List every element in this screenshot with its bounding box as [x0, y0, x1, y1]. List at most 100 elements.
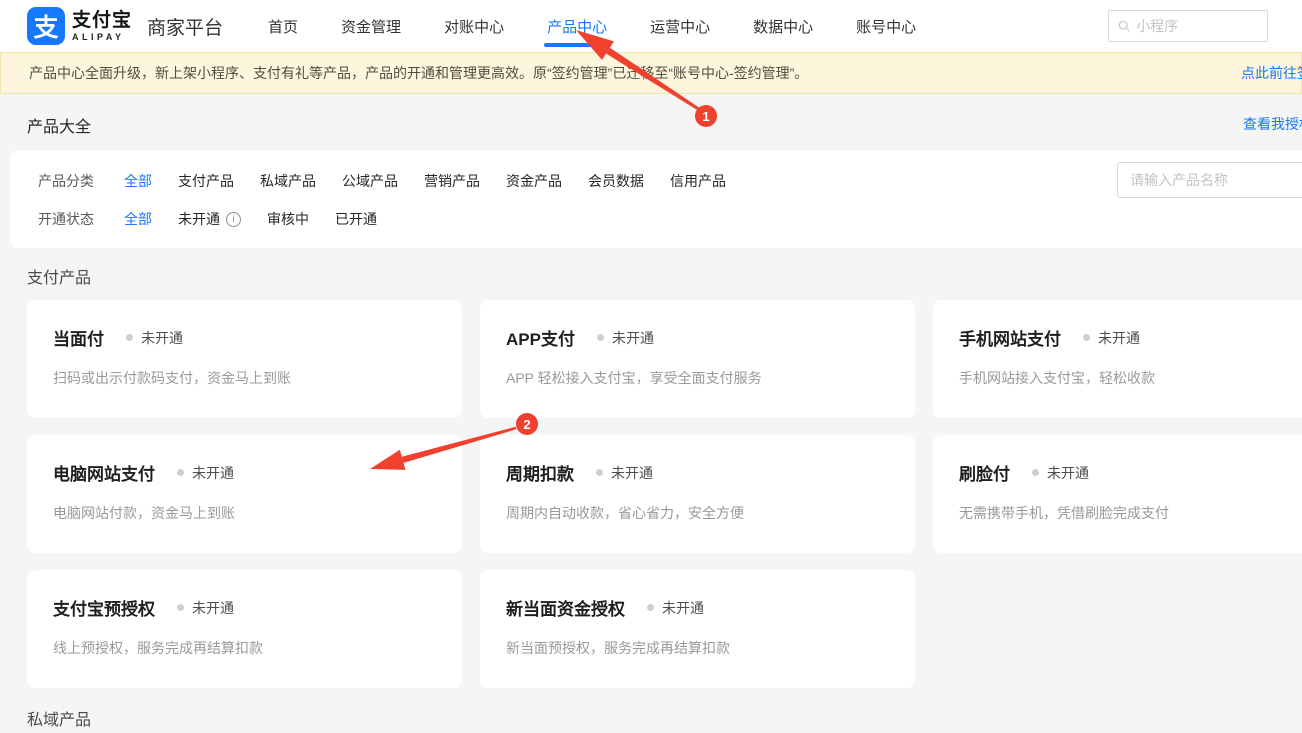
- status-option-all[interactable]: 全部: [124, 209, 152, 229]
- product-description: 周期内自动收款，省心省力，安全方便: [506, 503, 889, 523]
- info-icon[interactable]: [226, 212, 241, 227]
- status-dot-icon: [597, 334, 604, 341]
- platform-label: 商家平台: [147, 13, 223, 40]
- view-authorization-link[interactable]: 查看我授权: [1243, 114, 1302, 134]
- category-option-all[interactable]: 全部: [124, 171, 152, 191]
- top-header: 支 支付宝 ALIPAY 商家平台 首页 资金管理 对账中心 产品中心 运营中心…: [0, 0, 1302, 52]
- status-dot-icon: [1032, 469, 1039, 476]
- notice-banner-link[interactable]: 点此前往签约管理: [1241, 63, 1302, 83]
- brand-name-en: ALIPAY: [72, 33, 132, 42]
- main-nav: 首页 资金管理 对账中心 产品中心 运营中心 数据中心 账号中心: [268, 0, 916, 52]
- product-card-face-pay[interactable]: 刷脸付 未开通 无需携带手机，凭借刷脸完成支付: [933, 435, 1302, 553]
- product-title: APP支付: [506, 325, 575, 350]
- page-title-row: 产品大全 查看我授权: [0, 94, 1302, 150]
- status-badge: 未开通: [647, 598, 704, 618]
- product-title: 电脑网站支付: [53, 460, 155, 485]
- status-badge: 未开通: [177, 598, 234, 618]
- status-text: 未开通: [1047, 463, 1089, 483]
- status-text: 未开通: [192, 598, 234, 618]
- status-badge: 未开通: [1083, 328, 1140, 348]
- product-description: 线上预授权，服务完成再结算扣款: [53, 638, 436, 658]
- header-search-input[interactable]: [1136, 18, 1258, 34]
- product-description: 扫码或出示付款码支付，资金马上到账: [53, 368, 436, 388]
- active-tab-underline: [544, 43, 610, 47]
- status-option-opened[interactable]: 已开通: [335, 209, 377, 229]
- card-head: 当面付 未开通: [53, 325, 436, 350]
- status-badge: 未开通: [177, 463, 234, 483]
- product-description: 电脑网站付款，资金马上到账: [53, 503, 436, 523]
- nav-item-account-center[interactable]: 账号中心: [856, 0, 916, 52]
- product-title: 手机网站支付: [959, 325, 1061, 350]
- status-dot-icon: [177, 469, 184, 476]
- status-text: 未开通: [141, 328, 183, 348]
- nav-item-operations[interactable]: 运营中心: [650, 0, 710, 52]
- product-name-input[interactable]: [1117, 162, 1302, 198]
- status-text: 未开通: [1098, 328, 1140, 348]
- status-badge: 未开通: [597, 328, 654, 348]
- status-filter-label: 开通状态: [38, 209, 94, 229]
- status-dot-icon: [647, 604, 654, 611]
- status-dot-icon: [1083, 334, 1090, 341]
- status-dot-icon: [596, 469, 603, 476]
- section-title-payment-products: 支付产品: [27, 264, 91, 288]
- product-card-face-to-face[interactable]: 当面付 未开通 扫码或出示付款码支付，资金马上到账: [27, 300, 462, 418]
- product-description: 无需携带手机，凭借刷脸完成支付: [959, 503, 1302, 523]
- status-text: 未开通: [611, 463, 653, 483]
- nav-item-funds[interactable]: 资金管理: [341, 0, 401, 52]
- status-badge: 未开通: [596, 463, 653, 483]
- category-option-member-data[interactable]: 会员数据: [588, 171, 644, 191]
- alipay-logo[interactable]: 支: [27, 7, 65, 45]
- category-option-funds[interactable]: 资金产品: [506, 171, 562, 191]
- nav-item-home[interactable]: 首页: [268, 0, 298, 52]
- product-description: 手机网站接入支付宝，轻松收款: [959, 368, 1302, 388]
- category-option-marketing[interactable]: 营销产品: [424, 171, 480, 191]
- status-dot-icon: [177, 604, 184, 611]
- product-title: 当面付: [53, 325, 104, 350]
- card-head: 刷脸付 未开通: [959, 460, 1302, 485]
- category-option-credit[interactable]: 信用产品: [670, 171, 726, 191]
- card-head: APP支付 未开通: [506, 325, 889, 350]
- category-option-payment[interactable]: 支付产品: [178, 171, 234, 191]
- product-card-wap-pay[interactable]: 手机网站支付 未开通 手机网站接入支付宝，轻松收款: [933, 300, 1302, 418]
- search-icon: [1118, 19, 1130, 33]
- category-option-private-domain[interactable]: 私域产品: [260, 171, 316, 191]
- product-card-app-pay[interactable]: APP支付 未开通 APP 轻松接入支付宝，享受全面支付服务: [480, 300, 915, 418]
- nav-item-data-center[interactable]: 数据中心: [753, 0, 813, 52]
- nav-item-reconciliation[interactable]: 对账中心: [444, 0, 504, 52]
- brand-text: 支付宝 ALIPAY: [72, 11, 132, 42]
- category-option-public-domain[interactable]: 公域产品: [342, 171, 398, 191]
- nav-item-product-center-label: 产品中心: [547, 16, 607, 37]
- notice-banner: 产品中心全面升级，新上架小程序、支付有礼等产品，产品的开通和管理更高效。原“签约…: [0, 52, 1302, 94]
- category-filter-label: 产品分类: [38, 171, 94, 191]
- product-title: 周期扣款: [506, 460, 574, 485]
- product-card-pre-auth[interactable]: 支付宝预授权 未开通 线上预授权，服务完成再结算扣款: [27, 570, 462, 688]
- product-card-new-f2f-fund-auth[interactable]: 新当面资金授权 未开通 新当面预授权，服务完成再结算扣款: [480, 570, 915, 688]
- status-text: 未开通: [612, 328, 654, 348]
- product-grid: 当面付 未开通 扫码或出示付款码支付，资金马上到账 APP支付 未开通 APP …: [27, 300, 1302, 688]
- filter-panel: 产品分类 全部 支付产品 私域产品 公域产品 营销产品 资金产品 会员数据 信用…: [10, 150, 1302, 248]
- annotation-badge-2: 2: [516, 413, 538, 435]
- status-option-in-review[interactable]: 审核中: [267, 209, 309, 229]
- product-title: 支付宝预授权: [53, 595, 155, 620]
- header-search-box[interactable]: [1108, 10, 1268, 42]
- product-title: 刷脸付: [959, 460, 1010, 485]
- page-title: 产品大全: [27, 113, 91, 137]
- card-head: 周期扣款 未开通: [506, 460, 889, 485]
- status-text: 未开通: [192, 463, 234, 483]
- card-head: 新当面资金授权 未开通: [506, 595, 889, 620]
- product-card-recurring-debit[interactable]: 周期扣款 未开通 周期内自动收款，省心省力，安全方便: [480, 435, 915, 553]
- status-option-not-opened-wrap: 未开通: [178, 209, 241, 229]
- nav-item-product-center[interactable]: 产品中心: [547, 0, 607, 52]
- product-title: 新当面资金授权: [506, 595, 625, 620]
- brand-block: 支 支付宝 ALIPAY 商家平台: [0, 7, 223, 45]
- status-filter-row: 开通状态 全部 未开通 审核中 已开通: [38, 204, 1302, 234]
- card-head: 支付宝预授权 未开通: [53, 595, 436, 620]
- status-dot-icon: [126, 334, 133, 341]
- alipay-logo-glyph: 支: [33, 8, 58, 44]
- card-head: 电脑网站支付 未开通: [53, 460, 436, 485]
- product-card-pc-web-pay[interactable]: 电脑网站支付 未开通 电脑网站付款，资金马上到账: [27, 435, 462, 553]
- section-title-private-domain-products: 私域产品: [27, 706, 91, 730]
- status-option-not-opened[interactable]: 未开通: [178, 209, 220, 229]
- product-description: 新当面预授权，服务完成再结算扣款: [506, 638, 889, 658]
- status-text: 未开通: [662, 598, 704, 618]
